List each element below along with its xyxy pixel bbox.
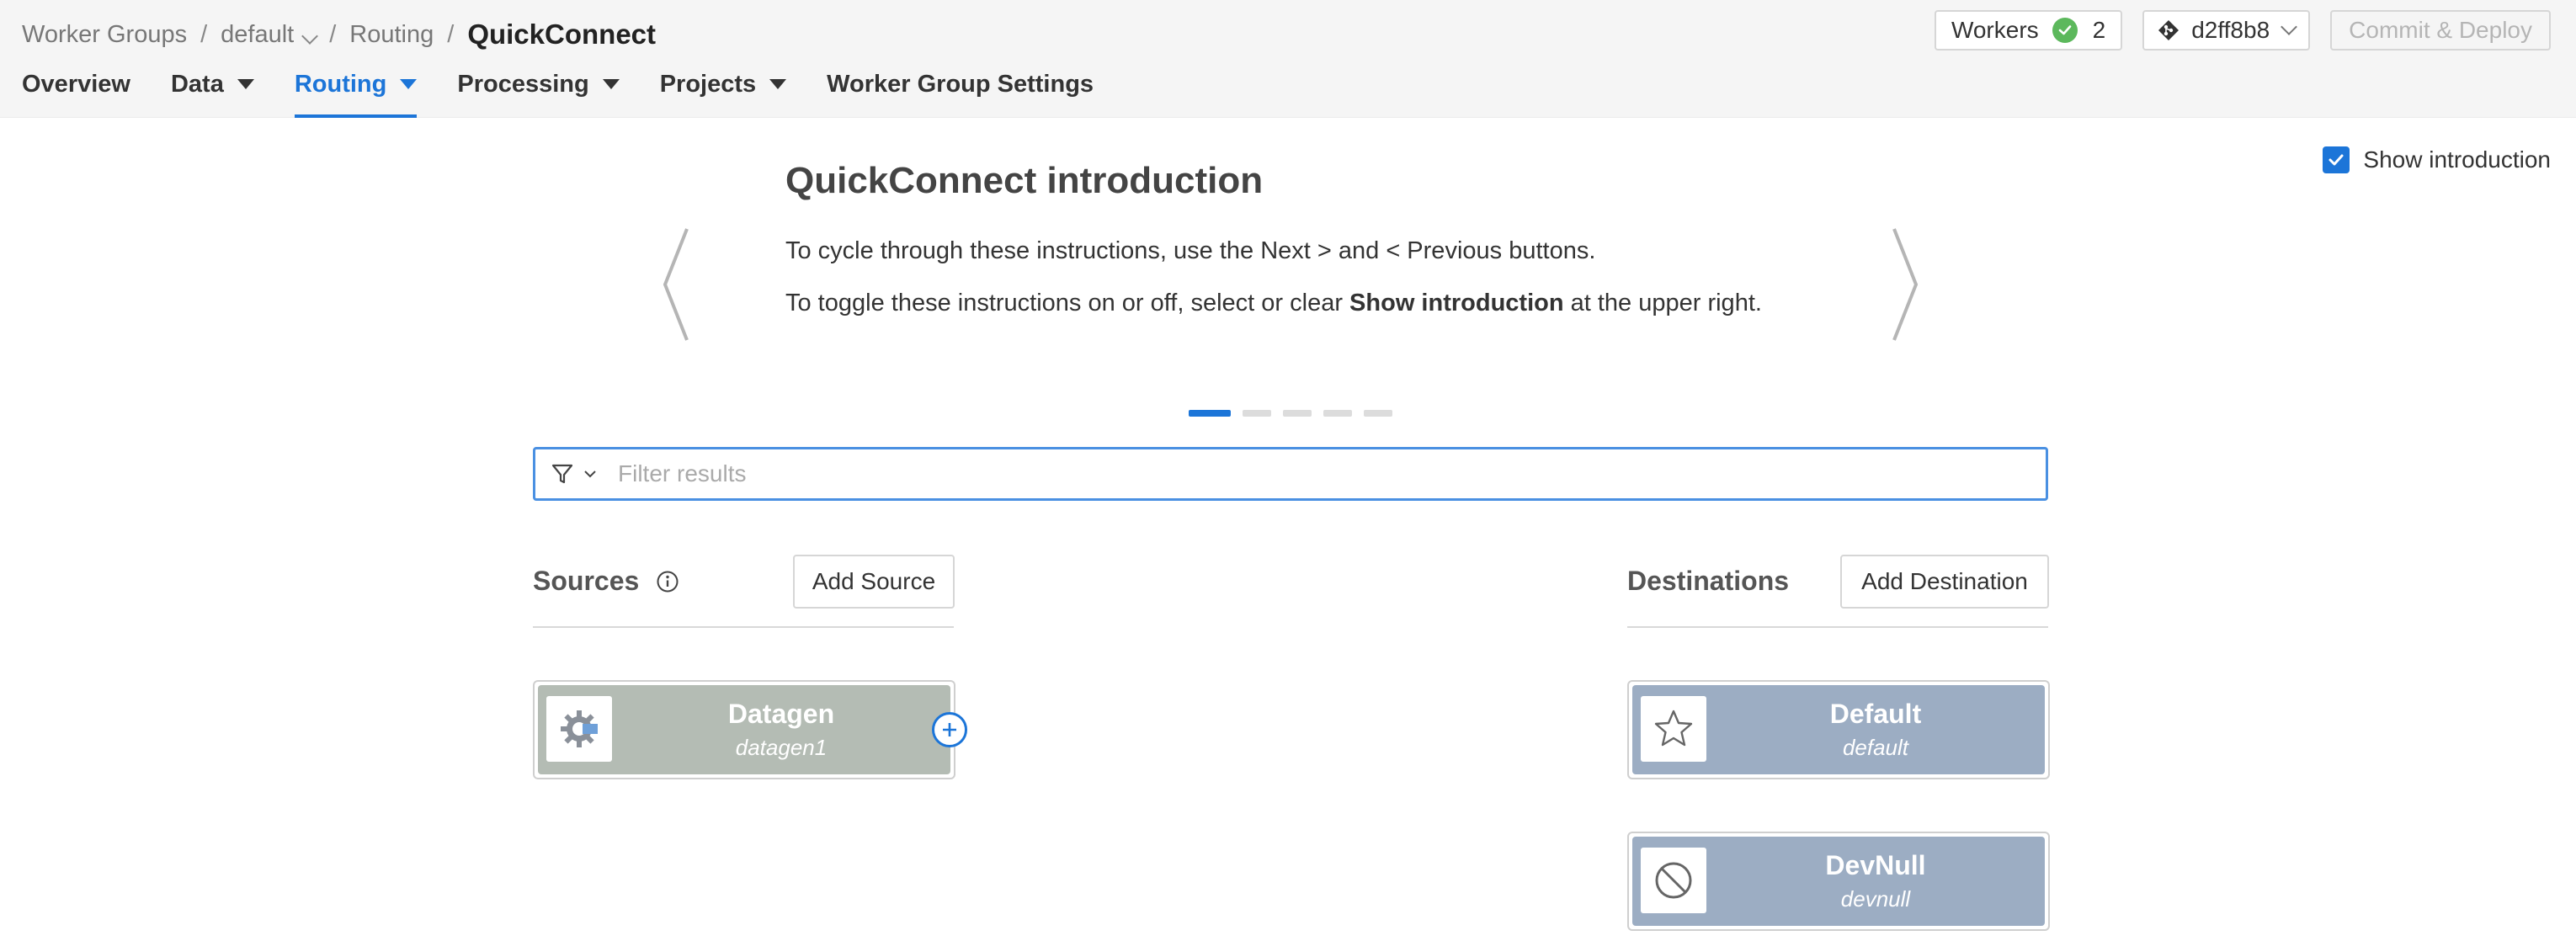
intro-line-2-start: To toggle these instructions on or off, … [785, 290, 1349, 316]
header-actions: Workers 2 d2ff8b8 Commit & Deploy [1935, 10, 2551, 51]
nav-routing[interactable]: Routing [295, 66, 418, 103]
source-name: Datagen [728, 699, 834, 730]
intro-line-2-bold: Show introduction [1349, 290, 1564, 316]
carousel-dot-1[interactable] [1189, 410, 1231, 417]
workers-count: 2 [2093, 17, 2106, 44]
destination-name: Default [1830, 699, 1921, 730]
nav-projects-label: Projects [660, 71, 756, 98]
show-introduction-label: Show introduction [2363, 146, 2551, 173]
destination-card-text: Default default [1706, 685, 2045, 774]
breadcrumb-separator: / [200, 21, 207, 49]
destination-card-body: DevNull devnull [1632, 837, 2045, 926]
caret-down-icon [400, 79, 417, 89]
chevron-down-icon [583, 466, 598, 481]
next-arrow-button[interactable] [1891, 227, 1919, 346]
star-icon [1641, 696, 1706, 762]
add-destination-button[interactable]: Add Destination [1840, 555, 2049, 609]
carousel-dot-5[interactable] [1364, 410, 1392, 417]
add-source-button[interactable]: Add Source [793, 555, 955, 609]
caret-down-icon [603, 79, 620, 89]
main-nav: Overview Data Routing Processing Project… [22, 66, 1134, 118]
carousel-dot-3[interactable] [1283, 410, 1312, 417]
intro-line-2: To toggle these instructions on or off, … [785, 290, 1762, 317]
connect-source-plus-button[interactable] [932, 712, 967, 747]
destination-card-devnull[interactable]: DevNull devnull [1627, 832, 2050, 931]
carousel-dot-4[interactable] [1323, 410, 1352, 417]
source-id: datagen1 [736, 735, 827, 761]
destinations-title: Destinations [1627, 566, 1789, 597]
show-introduction-toggle[interactable]: Show introduction [2323, 146, 2551, 173]
top-header: Worker Groups / default / Routing / Quic… [0, 0, 2576, 118]
nav-worker-group-settings-label: Worker Group Settings [827, 71, 1094, 98]
previous-arrow-button[interactable] [662, 227, 690, 346]
caret-down-icon [237, 79, 254, 89]
nav-processing-label: Processing [457, 71, 588, 98]
breadcrumb: Worker Groups / default / Routing / Quic… [22, 17, 656, 52]
filter-input[interactable] [618, 460, 2046, 487]
destination-card-text: DevNull devnull [1706, 837, 2045, 926]
funnel-icon [551, 462, 574, 486]
breadcrumb-routing[interactable]: Routing [349, 21, 434, 49]
commit-deploy-button[interactable]: Commit & Deploy [2330, 10, 2551, 51]
info-icon[interactable] [656, 570, 679, 593]
destination-id: devnull [1841, 886, 1910, 912]
source-card-text: Datagen datagen1 [612, 685, 950, 774]
destination-card-default[interactable]: Default default [1627, 680, 2050, 779]
sources-title: Sources [533, 566, 639, 597]
breadcrumb-current: QuickConnect [467, 19, 656, 51]
nav-overview[interactable]: Overview [22, 66, 130, 103]
intro-title: QuickConnect introduction [785, 160, 1263, 202]
datagen-gear-icon [546, 696, 612, 762]
source-card-datagen[interactable]: Datagen datagen1 [533, 680, 955, 779]
git-diamond-icon [2158, 19, 2179, 41]
branch-label: d2ff8b8 [2191, 17, 2270, 44]
breadcrumb-separator: / [329, 21, 336, 49]
breadcrumb-worker-groups[interactable]: Worker Groups [22, 21, 187, 49]
filter-bar [533, 447, 2048, 501]
plus-icon [940, 720, 959, 739]
breadcrumb-default-label: default [221, 21, 294, 48]
carousel-pagination [1189, 410, 1404, 417]
destination-id: default [1843, 735, 1908, 761]
nav-overview-label: Overview [22, 71, 130, 98]
breadcrumb-default[interactable]: default [221, 21, 316, 49]
nav-data-label: Data [171, 71, 224, 98]
nav-processing[interactable]: Processing [457, 66, 619, 103]
caret-down-icon [769, 79, 786, 89]
workers-button[interactable]: Workers 2 [1935, 10, 2122, 51]
sources-header: Sources [533, 566, 679, 597]
block-icon [1641, 848, 1706, 913]
intro-line-2-end: at the upper right. [1564, 290, 1762, 316]
destination-card-body: Default default [1632, 685, 2045, 774]
destinations-divider [1627, 626, 2048, 628]
destination-name: DevNull [1825, 850, 1925, 881]
nav-data[interactable]: Data [171, 66, 254, 103]
check-circle-icon [2052, 18, 2078, 43]
chevron-down-icon [301, 28, 318, 45]
intro-line-1: To cycle through these instructions, use… [785, 237, 1595, 265]
branch-selector[interactable]: d2ff8b8 [2142, 10, 2310, 51]
breadcrumb-separator: / [447, 21, 454, 49]
filter-type-dropdown[interactable] [535, 462, 603, 486]
show-introduction-checkbox[interactable] [2323, 146, 2350, 173]
chevron-right-icon [1891, 227, 1919, 342]
workers-label: Workers [1951, 17, 2039, 44]
chevron-left-icon [662, 227, 690, 342]
nav-routing-label: Routing [295, 71, 387, 98]
nav-projects[interactable]: Projects [660, 66, 786, 103]
nav-worker-group-settings[interactable]: Worker Group Settings [827, 66, 1094, 103]
chevron-down-icon [2281, 19, 2297, 35]
sources-divider [533, 626, 954, 628]
carousel-dot-2[interactable] [1243, 410, 1271, 417]
source-card-body: Datagen datagen1 [538, 685, 950, 774]
